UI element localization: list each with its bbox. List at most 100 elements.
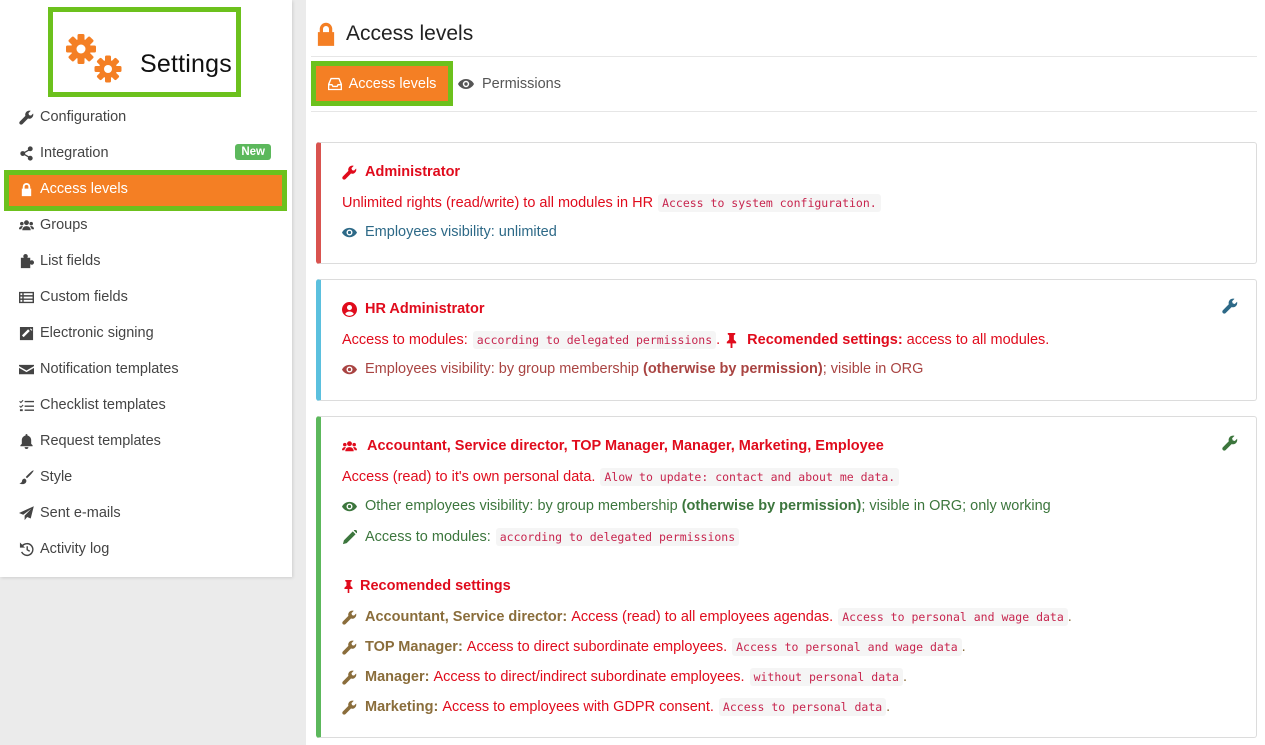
separator: . <box>716 332 721 348</box>
tab-label: Access levels <box>348 75 437 92</box>
recommendation-row: Accountant, Service director: Access (re… <box>342 608 1072 626</box>
eye-icon <box>342 498 358 514</box>
users-icon <box>342 438 360 454</box>
main-content: Access levels Access levels Permissions … <box>306 0 1265 745</box>
sidebar-item-sent-emails[interactable]: Sent e-mails <box>0 495 292 531</box>
modules-label: Access to modules: <box>365 529 491 545</box>
role-label: Marketing: <box>365 699 439 715</box>
edit-wrench-icon[interactable] <box>1222 298 1238 314</box>
sidebar-item-electronic-signing[interactable]: Electronic signing <box>0 315 292 351</box>
sidebar-item-custom-fields[interactable]: Custom fields <box>0 279 292 315</box>
sidebar-item-style[interactable]: Style <box>0 459 292 495</box>
thumbtack-icon <box>342 578 355 594</box>
role-label: Manager: <box>365 669 430 685</box>
code-snippet: according to delegated permissions <box>472 331 717 349</box>
divider <box>311 56 1257 57</box>
recommended-title-row: Recomended settings <box>342 578 511 594</box>
sidebar-item-request-templates[interactable]: Request templates <box>0 423 292 459</box>
envelope-icon <box>18 361 34 377</box>
sidebar-item-label: List fields <box>40 253 101 269</box>
sidebar-item-access-levels[interactable]: Access levels <box>0 170 292 211</box>
inbox-icon <box>327 77 342 90</box>
code-snippet: Access to personal data <box>718 698 887 716</box>
sidebar-item-label: Configuration <box>40 109 127 125</box>
separator: . <box>961 639 966 655</box>
role-label: TOP Manager: <box>365 639 463 655</box>
separator: . <box>886 699 891 715</box>
wrench-icon <box>342 164 358 180</box>
rights-row: Unlimited rights (read/write) to all mod… <box>342 194 881 212</box>
sidebar-item-list-fields[interactable]: List fields <box>0 243 292 279</box>
modules-row: Access to modules: according to delegate… <box>342 528 740 546</box>
sidebar-item-activity-log[interactable]: Activity log <box>0 531 292 567</box>
eye-icon <box>342 361 358 377</box>
role-text: Access (read) to all employees agendas. <box>571 609 834 625</box>
gears-icon <box>66 34 122 83</box>
card-title-row: HR Administrator <box>342 301 485 317</box>
card-title: HR Administrator <box>365 301 485 317</box>
history-icon <box>18 541 34 557</box>
recommended-title: Recomended settings <box>360 578 511 594</box>
visibility-text: Other employees visibility: by group mem… <box>365 498 678 514</box>
visibility-text: Employees visibility: by group membershi… <box>365 361 639 377</box>
user-circle-icon <box>342 301 358 317</box>
code-snippet: Access to personal and wage data <box>732 638 962 656</box>
sidebar-item-integration[interactable]: Integration New <box>0 135 292 171</box>
recommendation-row: TOP Manager: Access to direct subordinat… <box>342 638 966 656</box>
visibility-bold: (otherwise by permission) <box>643 361 823 377</box>
bell-icon <box>18 433 34 449</box>
access-level-card-administrator: Administrator Unlimited rights (read/wri… <box>316 142 1257 264</box>
sidebar-item-label: Activity log <box>40 541 110 557</box>
wrench-icon <box>18 109 34 125</box>
recommendation-row: Manager: Access to direct/indirect subor… <box>342 668 907 686</box>
eye-icon <box>458 78 474 89</box>
recommended-label: Recomended settings: <box>747 332 903 348</box>
visibility-rest: ; visible in ORG <box>822 361 924 377</box>
sidebar-item-groups[interactable]: Groups <box>0 207 292 243</box>
sidebar-item-label: Request templates <box>40 433 161 449</box>
sidebar-item-label: Style <box>40 469 73 485</box>
lock-icon <box>18 181 34 197</box>
separator: . <box>902 669 908 685</box>
sidebar-nav: Configuration Integration New Access lev… <box>0 99 292 567</box>
tab-access-levels[interactable]: Access levels <box>316 66 448 101</box>
edit-wrench-icon[interactable] <box>1222 435 1238 451</box>
access-level-card-employee: Accountant, Service director, TOP Manage… <box>316 416 1257 738</box>
visibility-rest: ; visible in ORG; only working <box>861 498 1051 514</box>
modules-row: Access to modules: according to delegate… <box>342 331 1049 349</box>
visibility-row: Other employees visibility: by group mem… <box>342 498 1051 514</box>
rights-text: Unlimited rights (read/write) to all mod… <box>342 195 654 211</box>
lock-icon <box>317 22 335 46</box>
code-snippet: Access to system configuration. <box>658 194 881 212</box>
visibility-bold: (otherwise by permission) <box>681 498 862 514</box>
page-header: Access levels <box>316 22 473 46</box>
new-badge: New <box>235 144 271 160</box>
page-title: Access levels <box>346 22 474 45</box>
visibility-row: Employees visibility: unlimited <box>342 224 557 240</box>
code-snippet: Alow to update: contact and about me dat… <box>600 468 900 486</box>
sidebar-item-label: Checklist templates <box>40 397 166 413</box>
card-title-row: Administrator <box>342 164 460 180</box>
role-text: Access to employees with GDPR consent. <box>442 699 714 715</box>
sidebar-item-label: Groups <box>40 217 88 233</box>
eye-icon <box>342 224 358 240</box>
modules-label: Access to modules: <box>342 332 468 348</box>
separator: . <box>1067 609 1072 625</box>
settings-title: Settings <box>140 50 232 78</box>
sidebar-item-label: Integration <box>40 145 109 161</box>
sidebar: Settings Configuration Integration New A… <box>0 0 292 577</box>
pencil-icon <box>342 529 358 545</box>
wrench-icon <box>342 639 358 655</box>
thumbtack-icon <box>724 332 740 348</box>
sidebar-item-notification-templates[interactable]: Notification templates <box>0 351 292 387</box>
sidebar-item-label: Custom fields <box>40 289 128 305</box>
sidebar-item-configuration[interactable]: Configuration <box>0 99 292 135</box>
tab-permissions[interactable]: Permissions <box>458 66 561 101</box>
visibility-text: Employees visibility: unlimited <box>365 224 557 240</box>
recommended-text: access to all modules. <box>906 332 1050 348</box>
role-label: Accountant, Service director: <box>365 609 568 625</box>
sidebar-item-checklist-templates[interactable]: Checklist templates <box>0 387 292 423</box>
code-snippet: without personal data <box>749 668 903 686</box>
card-title: Administrator <box>365 164 461 180</box>
sidebar-item-label: Access levels <box>40 181 128 197</box>
